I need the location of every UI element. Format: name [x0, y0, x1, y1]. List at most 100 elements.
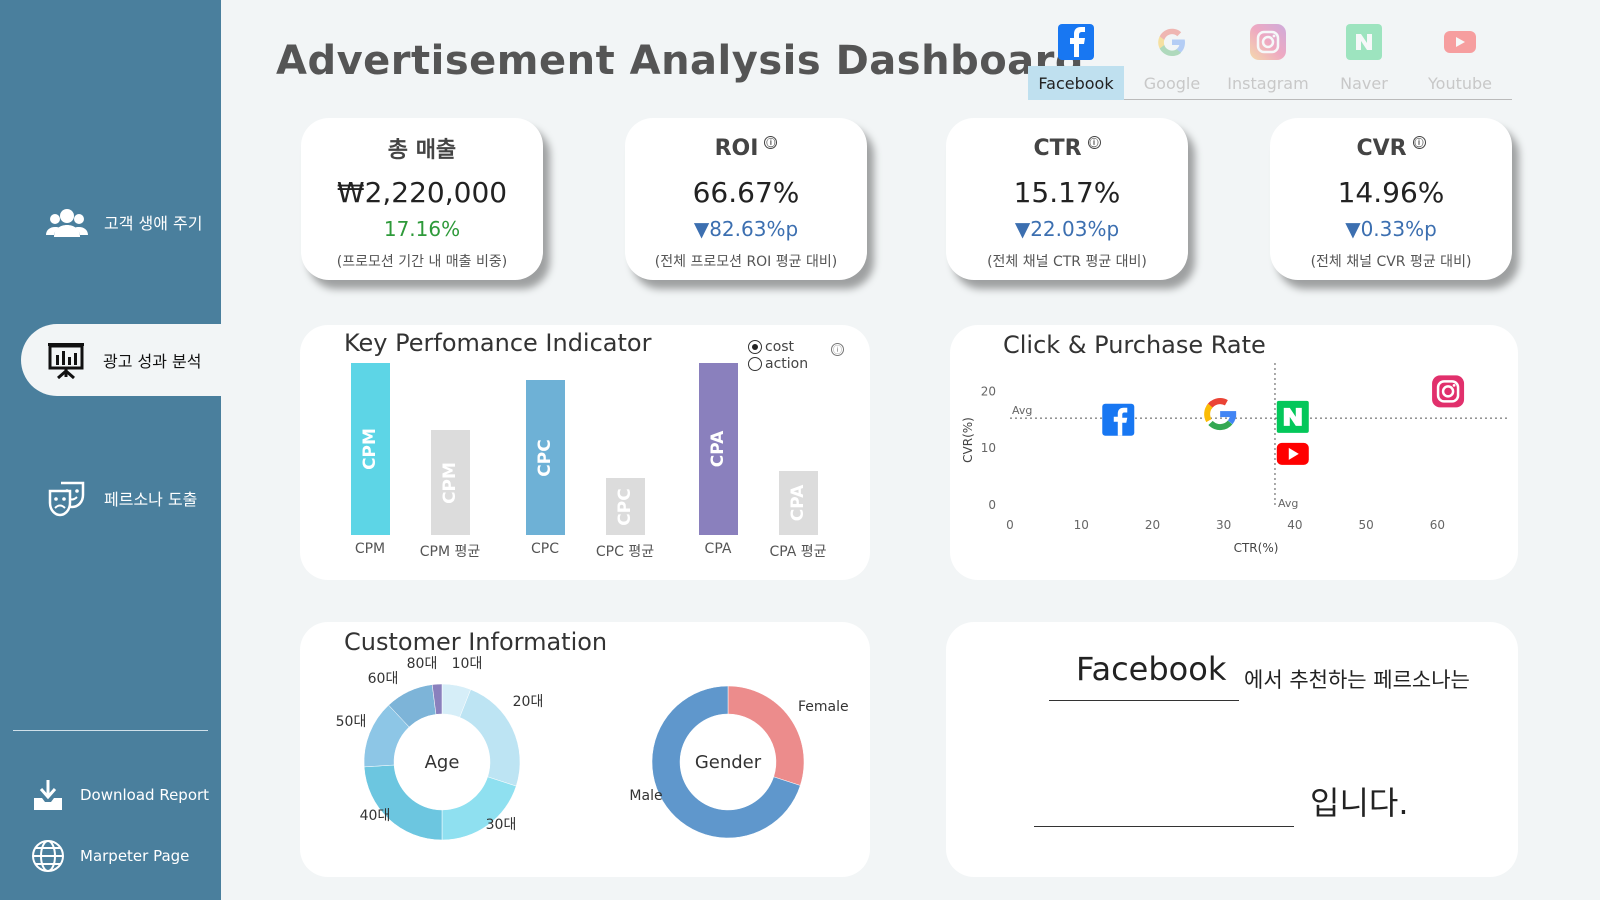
marpeter-page-label: Marpeter Page — [80, 847, 190, 865]
google-icon — [1204, 398, 1237, 431]
kpi-title: CTR — [1033, 135, 1082, 161]
customer-donut-charts: 10대 20대 30대 40대 50대 60대 80대 Age Female Male Gender — [336, 656, 849, 841]
persona-blank-line — [1049, 700, 1239, 701]
kpi-value: ₩2,220,000 — [336, 176, 508, 209]
kpi-card-total-sales: 총 매출 ₩2,220,000 17.16% (프로모션 기간 내 매출 비중) — [301, 118, 543, 280]
kpi-note: (프로모션 기간 내 매출 비중) — [336, 254, 508, 270]
age-donut-center-label: Age — [425, 752, 460, 773]
kpi-title: ROI — [714, 135, 759, 161]
instagram-icon — [1250, 24, 1286, 60]
sidebar-item-label: 광고 성과 분석 — [103, 352, 202, 371]
age-donut-slice-2[interactable] — [459, 689, 521, 787]
kpi-note: (전체 프로모션 ROI 평균 대비) — [654, 254, 838, 270]
age-donut-slice-label: 10대 — [452, 656, 483, 672]
instagram-icon — [1432, 375, 1465, 408]
download-report-label: Download Report — [80, 786, 210, 804]
sidebar-item-customer-lifecycle[interactable]: 고객 생애 주기 — [0, 186, 221, 258]
google-icon — [1154, 24, 1190, 60]
tab-label: Facebook — [1028, 66, 1124, 100]
tab-facebook[interactable]: Facebook — [1028, 22, 1124, 100]
y-axis-label: CVR(%) — [961, 417, 975, 463]
kpi-change: ▼82.63%p — [693, 217, 799, 241]
customer-info-panel: Customer Information 10대 20대 30대 40대 50대 60대 8… — [300, 622, 870, 877]
download-report-link[interactable]: Download Report — [0, 773, 221, 817]
persona-ending: 입니다. — [1310, 784, 1409, 822]
kpi-bar-categories: CPM CPM 평균 CPC CPC 평균 CPA CPA 평균 — [300, 325, 870, 580]
scatter-plot: 0 10 20 30 40 50 60 0 10 20 CTR(%) CVR(%) Avg Avg — [961, 363, 1510, 555]
tab-label: Naver — [1340, 73, 1388, 93]
marpeter-page-link[interactable]: Marpeter Page — [0, 834, 221, 878]
sidebar-item-persona[interactable]: 페르소나 도출 — [0, 462, 221, 534]
tab-google[interactable]: Google — [1124, 22, 1220, 100]
kpi-change: ▼22.03%p — [1014, 217, 1120, 241]
naver-point[interactable] — [1276, 400, 1309, 433]
persona-suffix: 에서 추천하는 페르소나는 — [1244, 668, 1470, 692]
age-donut-slice-label: 80대 — [407, 656, 438, 672]
x-tick-label: 30 — [1216, 518, 1231, 532]
channel-tabs: Facebook Google Instagram Naver Youtube — [1028, 22, 1512, 100]
kpi-title: CVR — [1356, 135, 1407, 161]
bar-category-label: CPA 평균 — [769, 544, 827, 560]
sidebar: 고객 생애 주기 광고 성과 분석 페르소나 도출 Download Repor… — [0, 0, 221, 900]
facebook-icon — [1102, 403, 1135, 436]
people-icon — [42, 202, 92, 242]
x-tick-label: 10 — [1074, 518, 1089, 532]
page-title: Advertisement Analysis Dashboard — [276, 38, 1085, 84]
tab-youtube[interactable]: Youtube — [1412, 22, 1508, 100]
tab-naver[interactable]: Naver — [1316, 22, 1412, 100]
youtube-icon — [1442, 24, 1478, 60]
click-purchase-panel: Click & Purchase Rate 0 10 20 30 40 50 60 0 10 20… — [950, 325, 1518, 580]
x-tick-label: 20 — [1145, 518, 1160, 532]
age-donut-slice-label: 40대 — [360, 808, 391, 824]
avg-cvr-label: Avg — [1012, 404, 1032, 417]
kpi-card-cvr: CVR ⓘ 14.96% ▼0.33%p (전체 채널 CVR 평균 대비) — [1270, 118, 1512, 280]
naver-icon — [1346, 24, 1382, 60]
kpi-value: 14.96% — [1337, 176, 1445, 209]
kpi-card-roi: ROI ⓘ 66.67% ▼82.63%p (전체 프로모션 ROI 평균 대비) — [625, 118, 867, 280]
x-tick-label: 40 — [1287, 518, 1302, 532]
sidebar-item-ad-performance[interactable]: 광고 성과 분석 — [21, 324, 221, 396]
kpi-value: 15.17% — [1013, 176, 1121, 209]
sidebar-divider — [13, 730, 208, 731]
info-icon[interactable]: ⓘ — [1412, 135, 1426, 149]
age-donut-slice-4[interactable] — [363, 764, 443, 841]
google-point[interactable] — [1202, 396, 1239, 433]
kpi-value: 66.67% — [692, 176, 800, 209]
avg-ctr-label: Avg — [1278, 497, 1298, 510]
naver-icon — [1276, 400, 1309, 433]
youtube-point[interactable] — [1276, 442, 1309, 465]
bar-category-label: CPC 평균 — [595, 544, 655, 560]
kpi-title: 총 매출 — [387, 138, 457, 163]
kpi-card-ctr: CTR ⓘ 15.17% ▼22.03%p (전체 채널 CTR 평균 대비) — [946, 118, 1188, 280]
x-axis-label: CTR(%) — [1234, 541, 1279, 555]
sidebar-item-label: 고객 생애 주기 — [104, 214, 203, 233]
sidebar-item-label: 페르소나 도출 — [104, 490, 198, 509]
presentation-chart-icon — [41, 340, 91, 380]
facebook-icon — [1058, 24, 1094, 60]
instagram-point[interactable] — [1432, 375, 1465, 408]
tab-instagram[interactable]: Instagram — [1220, 22, 1316, 100]
kpi-change: ▼0.33%p — [1345, 217, 1437, 241]
tab-label: Instagram — [1227, 73, 1309, 93]
tab-label: Youtube — [1428, 73, 1492, 93]
x-tick-label: 0 — [1006, 518, 1014, 532]
kpi-bar-panel: Key Perfomance Indicator cost action ⓘ C… — [300, 325, 870, 580]
y-tick-label: 0 — [988, 498, 996, 512]
facebook-point[interactable] — [1102, 403, 1135, 436]
youtube-icon — [1276, 442, 1309, 465]
x-tick-label: 60 — [1430, 518, 1445, 532]
globe-icon — [28, 836, 68, 876]
download-icon — [28, 775, 68, 815]
age-donut-slice-label: 50대 — [336, 714, 367, 730]
kpi-note: (전체 채널 CVR 평균 대비) — [1310, 254, 1472, 270]
kpi-change: 17.16% — [383, 217, 461, 241]
age-donut-slice-label: 60대 — [368, 671, 399, 687]
gender-donut-slice-label: Female — [798, 699, 849, 715]
info-icon[interactable]: ⓘ — [1087, 135, 1101, 149]
persona-channel: Facebook — [1076, 650, 1227, 688]
y-tick-label: 20 — [981, 384, 996, 398]
theater-masks-icon — [42, 478, 92, 518]
age-donut-slice-label: 30대 — [486, 817, 517, 833]
persona-panel: Facebook 에서 추천하는 페르소나는 입니다. — [946, 622, 1518, 877]
info-icon[interactable]: ⓘ — [764, 135, 778, 149]
